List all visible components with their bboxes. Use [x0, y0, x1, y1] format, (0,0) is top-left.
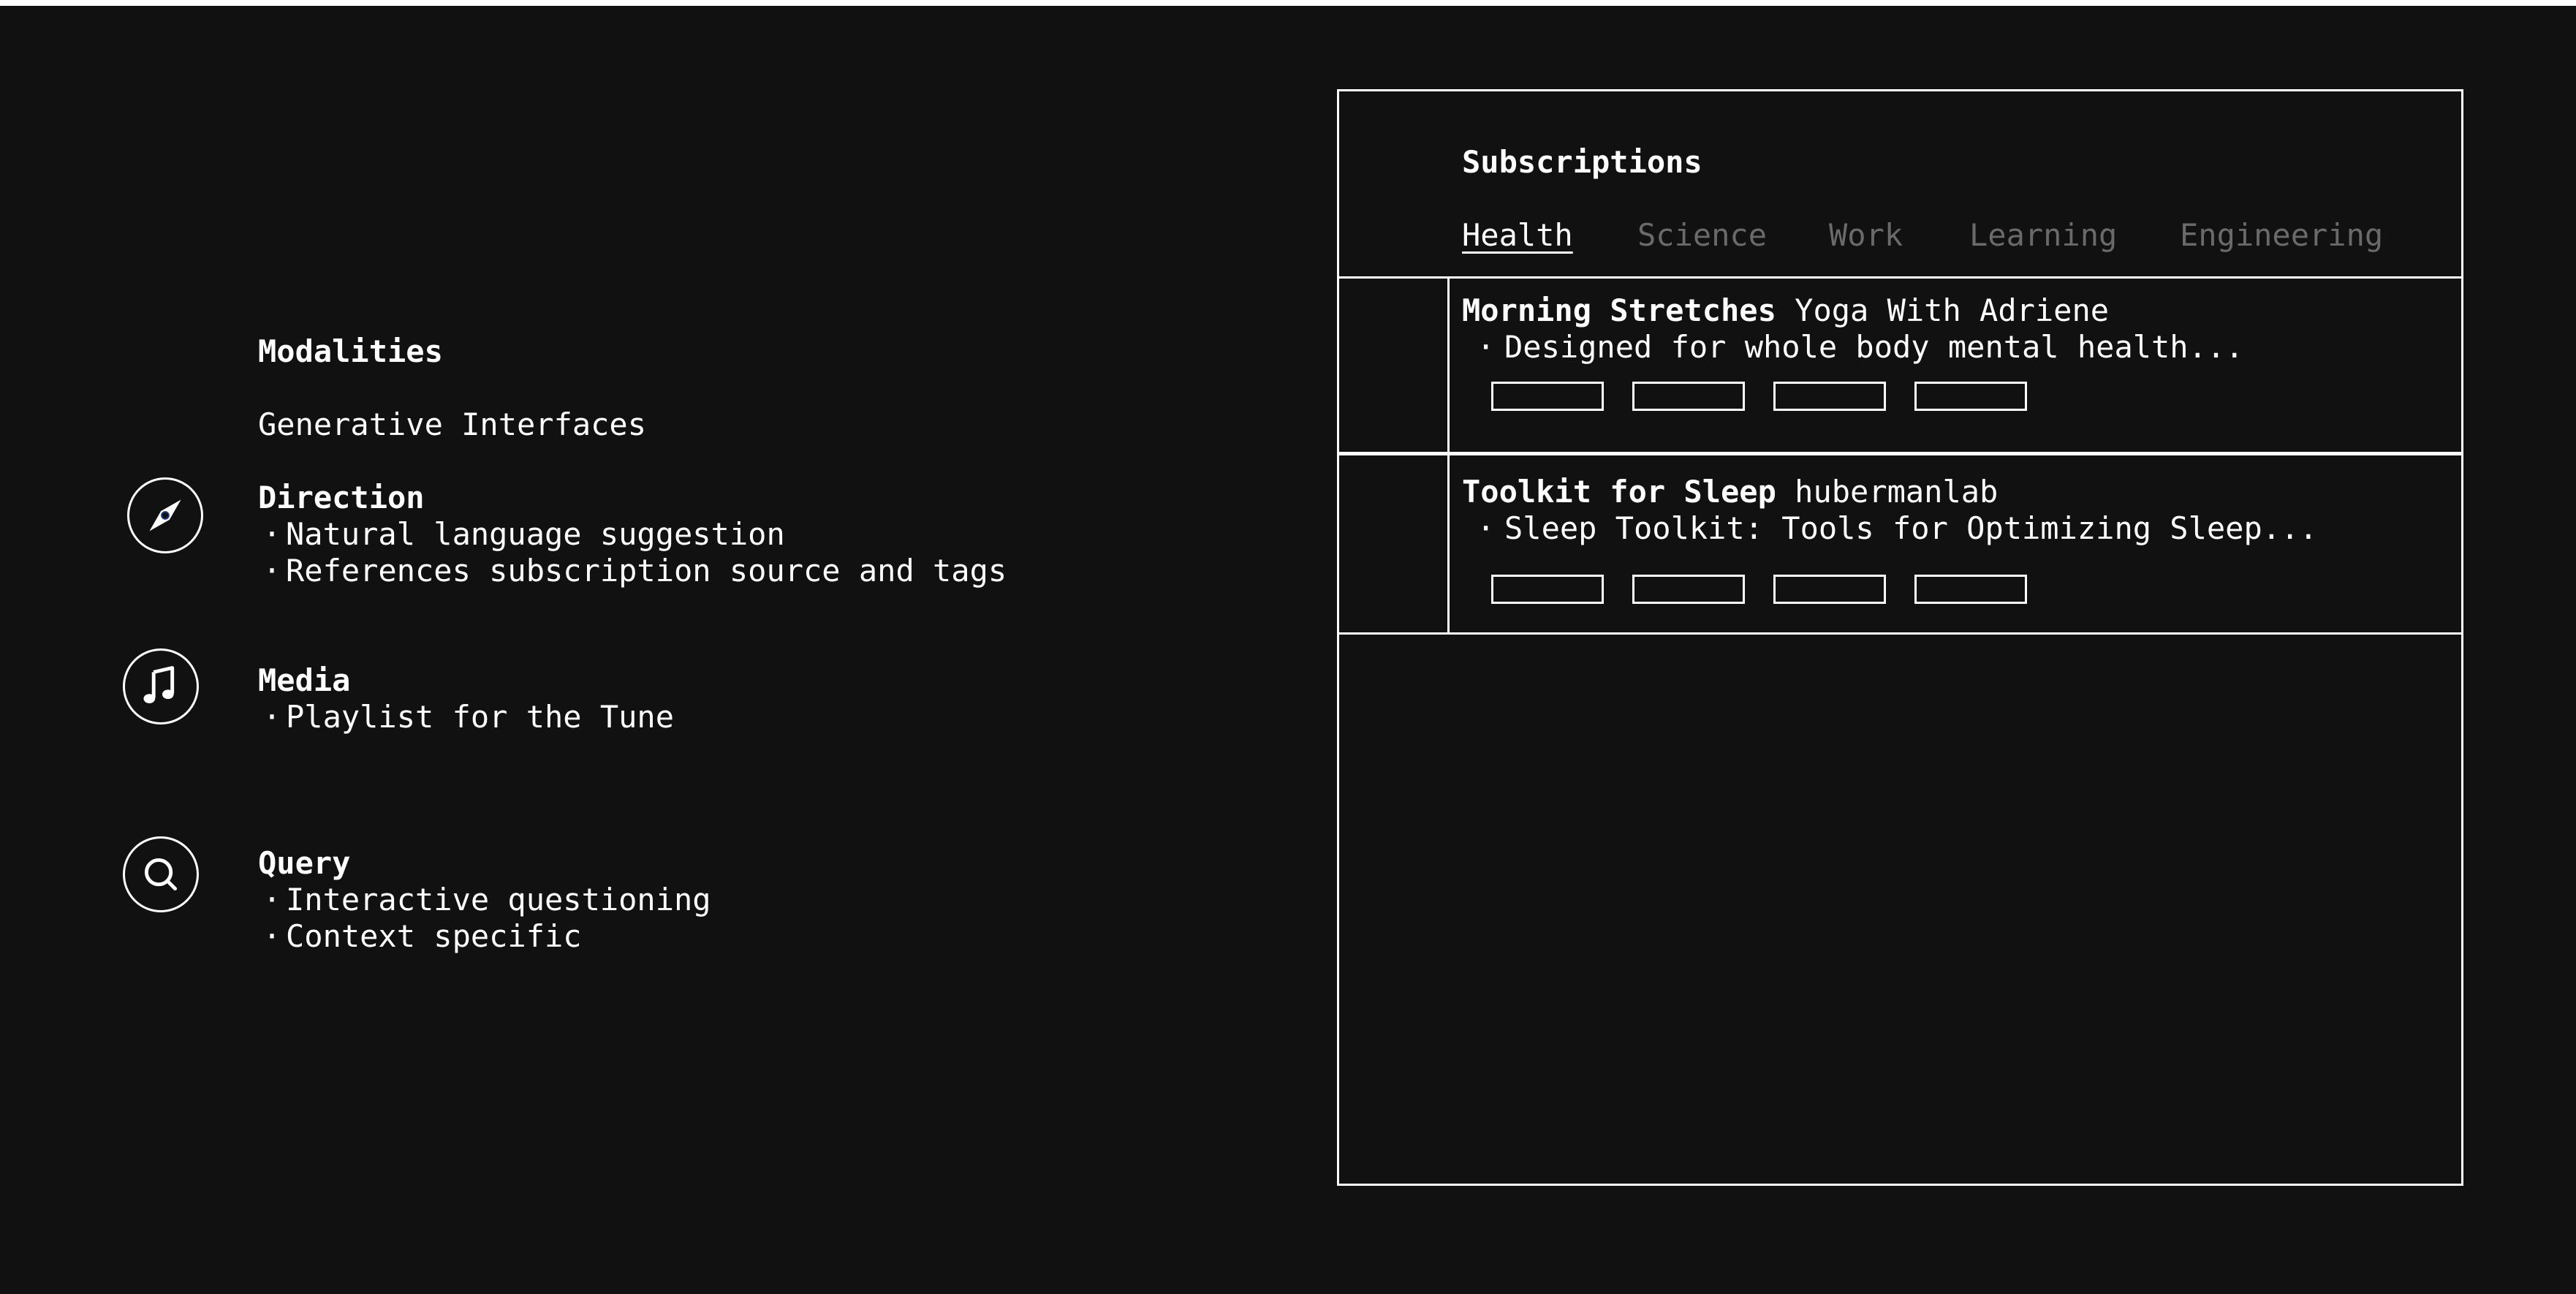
tab-engineering[interactable]: Engineering: [2180, 217, 2383, 254]
tab-learning[interactable]: Learning: [1969, 217, 2117, 254]
direction-bullet-2: · References subscription source and tags: [262, 553, 1007, 589]
media-bullet-1: · Playlist for the Tune: [262, 699, 675, 735]
modalities-title: Modalities: [258, 333, 443, 369]
query-title: Query: [258, 845, 351, 881]
query-bullet-1: · Interactive questioning: [262, 882, 711, 917]
search-icon: [123, 836, 199, 912]
card-divider: [1339, 452, 2461, 455]
modalities-subtitle: Generative Interfaces: [258, 406, 647, 442]
card-source: hubermanlab: [1795, 474, 1999, 510]
card-title-text: Morning Stretches: [1462, 292, 1776, 328]
card-title-text: Toolkit for Sleep: [1462, 474, 1776, 510]
music-note-icon: [123, 648, 199, 724]
tab-work[interactable]: Work: [1829, 217, 1903, 254]
card-description: · Designed for whole body mental health..…: [1477, 329, 2244, 365]
tab-health[interactable]: Health: [1462, 217, 1573, 254]
tag-placeholder[interactable]: [1914, 575, 2027, 604]
subscriptions-title: Subscriptions: [1462, 144, 1702, 180]
media-title: Media: [258, 662, 351, 698]
query-bullet-2: · Context specific: [262, 918, 582, 954]
direction-title: Direction: [258, 480, 425, 515]
tag-placeholder[interactable]: [1491, 575, 1604, 604]
compass-icon: [127, 477, 203, 553]
card-title: Toolkit for Sleep hubermanlab: [1462, 474, 1998, 510]
card-title: Morning Stretches Yoga With Adriene: [1462, 292, 2109, 329]
tag-placeholder[interactable]: [1914, 382, 2027, 411]
top-border: [0, 0, 2576, 6]
tag-placeholder[interactable]: [1632, 575, 1745, 604]
tag-placeholder[interactable]: [1773, 575, 1886, 604]
header-divider: [1339, 276, 2461, 279]
tag-placeholder[interactable]: [1773, 382, 1886, 411]
tag-placeholder[interactable]: [1491, 382, 1604, 411]
card-description: · Sleep Toolkit: Tools for Optimizing Sle…: [1477, 510, 2318, 546]
subscriptions-panel: Subscriptions Health Science Work Learni…: [1337, 89, 2463, 1186]
tag-placeholder[interactable]: [1632, 382, 1745, 411]
list-bottom-divider: [1339, 632, 2461, 635]
tab-science[interactable]: Science: [1637, 217, 1767, 254]
card-source: Yoga With Adriene: [1795, 292, 2110, 328]
card-left-divider: [1447, 455, 1450, 634]
direction-bullet-1: · Natural language suggestion: [262, 516, 785, 552]
